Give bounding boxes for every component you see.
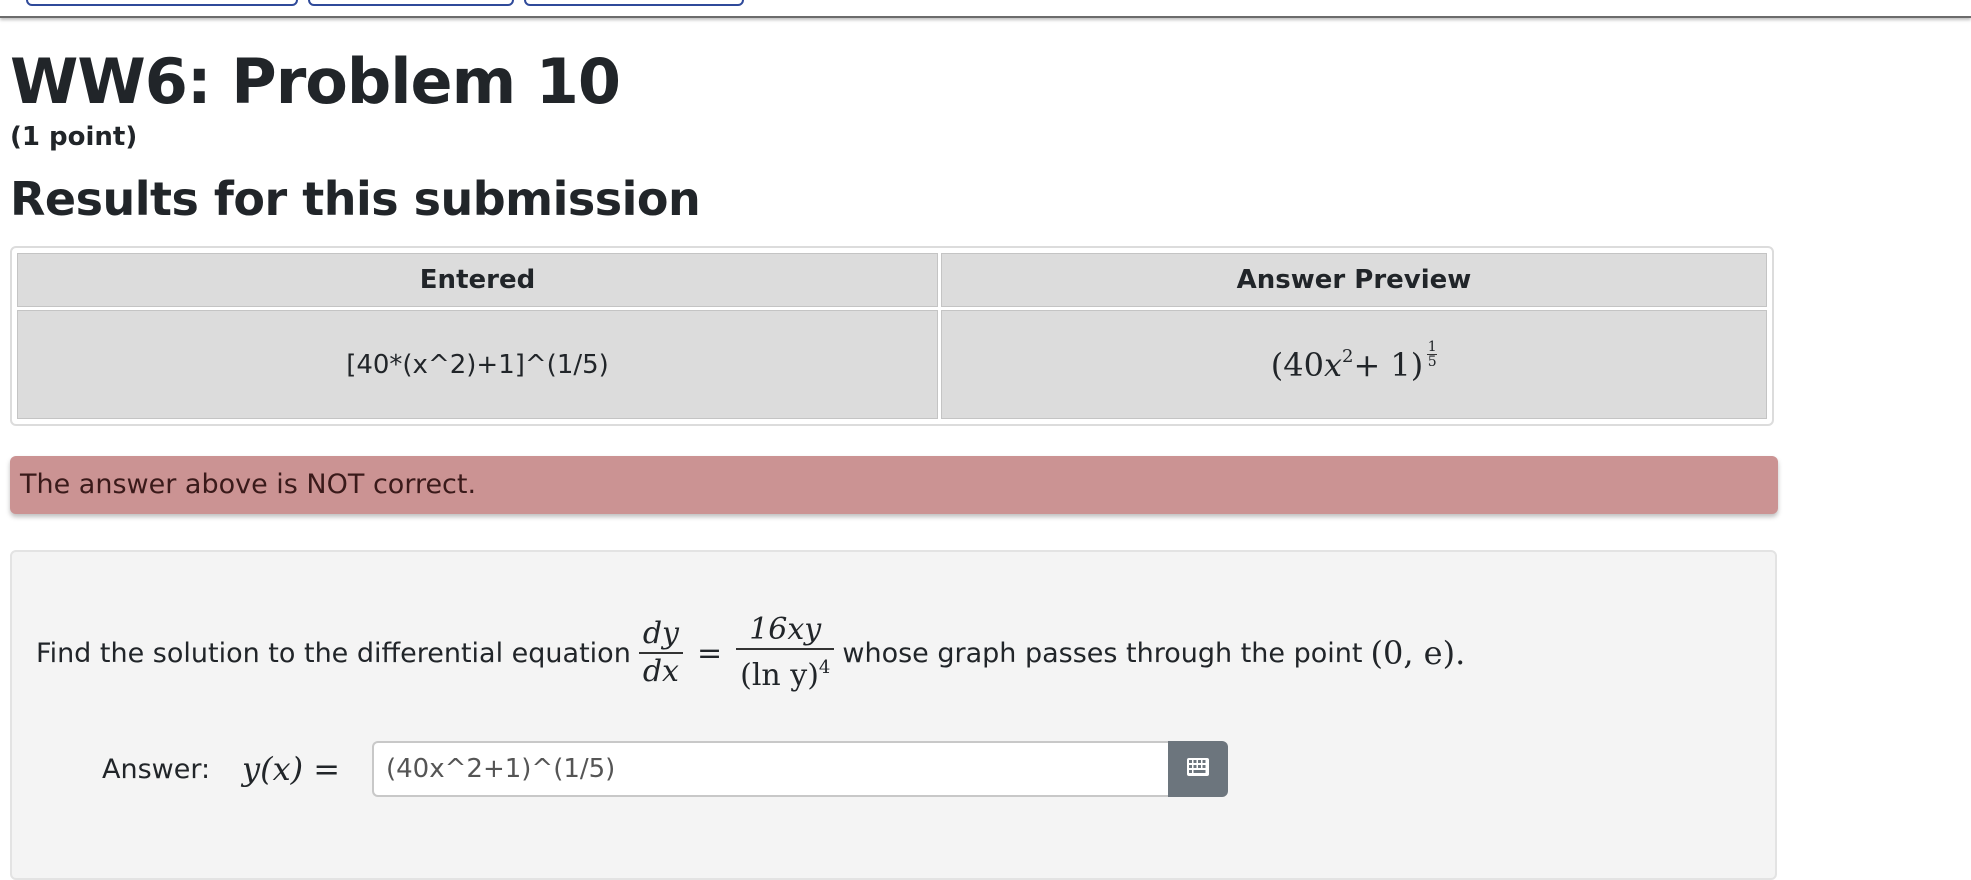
page-title: WW6: Problem 10 <box>10 45 621 118</box>
incorrect-alert: The answer above is NOT correct. <box>10 456 1778 514</box>
column-header-entered: Entered <box>17 253 938 307</box>
problem-text-after: whose graph passes through the point <box>842 637 1363 669</box>
entered-answer: [40*(x^2)+1]^(1/5) <box>17 310 938 419</box>
top-nav-bar <box>0 0 1971 18</box>
nav-button[interactable] <box>524 0 744 6</box>
column-header-preview: Answer Preview <box>941 253 1767 307</box>
results-table: Entered Answer Preview [40*(x^2)+1]^(1/5… <box>10 246 1774 426</box>
nav-button[interactable] <box>26 0 298 6</box>
results-heading: Results for this submission <box>10 172 701 226</box>
answer-row: Answer: y(x) = <box>102 739 1228 799</box>
equals-sign: = <box>696 635 723 671</box>
answer-lhs: y(x) = <box>242 750 341 788</box>
problem-text-before: Find the solution to the differential eq… <box>36 637 631 669</box>
preview-math: (40 x 2 + 1) 1 5 <box>1270 338 1438 384</box>
answer-label: Answer: <box>102 753 211 785</box>
math-keyboard-button[interactable] <box>1168 741 1228 797</box>
table-row: [40*(x^2)+1]^(1/5) (40 x 2 + 1) 1 5 <box>17 310 1767 419</box>
initial-point: (0, e). <box>1370 634 1466 672</box>
derivative-fraction: dy dx <box>638 616 683 690</box>
answer-input[interactable] <box>372 741 1168 797</box>
rhs-fraction: 16xy (ln y)4 <box>736 612 835 694</box>
problem-text: Find the solution to the differential eq… <box>36 612 1465 694</box>
preview-exponent: 1 5 <box>1427 338 1438 370</box>
point-value: (1 point) <box>10 122 138 152</box>
calculator-grid-icon <box>1186 757 1210 781</box>
problem-statement-box: Find the solution to the differential eq… <box>10 550 1777 880</box>
answer-preview: (40 x 2 + 1) 1 5 <box>941 310 1767 419</box>
nav-button[interactable] <box>308 0 514 6</box>
